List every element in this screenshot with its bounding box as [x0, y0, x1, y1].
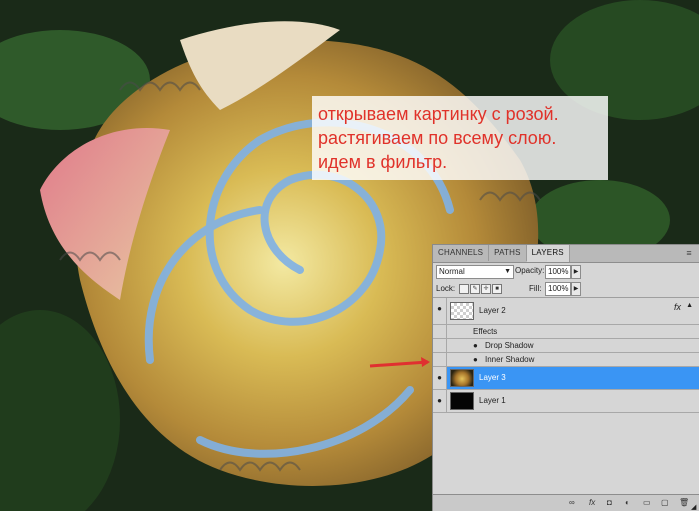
layer-name: Layer 2	[479, 306, 506, 315]
visibility-eye-icon[interactable]	[433, 353, 447, 366]
layer-thumbnail	[450, 392, 474, 410]
effect-name: Drop Shadow	[485, 341, 534, 350]
fill-slider-toggle[interactable]: ▶	[571, 282, 581, 296]
visibility-eye-icon[interactable]	[433, 339, 447, 352]
visibility-eye-icon[interactable]: ●	[433, 390, 447, 412]
note-line-1: открываем картинку с розой.	[318, 104, 559, 124]
blend-mode-select[interactable]: Normal ▼	[436, 265, 514, 279]
layer-thumbnail	[450, 369, 474, 387]
lock-transparent-icon[interactable]	[459, 284, 469, 294]
layer-thumbnail	[450, 302, 474, 320]
opacity-label: Opacity:	[515, 266, 545, 275]
link-layers-icon[interactable]: ∞	[569, 498, 575, 508]
layer-name: Layer 1	[479, 396, 506, 405]
blend-mode-value: Normal	[439, 267, 465, 276]
fill-field[interactable]: 100%	[545, 282, 571, 296]
layer-effects-row[interactable]: Effects	[433, 325, 699, 339]
note-line-2: растягиваем по всему слою.	[318, 128, 557, 148]
visibility-eye-icon[interactable]: ●	[433, 367, 447, 389]
opacity-slider-toggle[interactable]: ▶	[571, 265, 581, 279]
visibility-eye-icon[interactable]	[433, 325, 447, 338]
effect-row-drop-shadow[interactable]: ● Drop Shadow	[433, 339, 699, 353]
add-mask-icon[interactable]: ◘	[607, 498, 612, 508]
note-line-3: идем в фильтр.	[318, 152, 448, 172]
tab-layers[interactable]: LAYERS	[526, 245, 570, 262]
instruction-note: открываем картинку с розой. растягиваем …	[312, 96, 608, 180]
layer-row-layer-3[interactable]: ● Layer 3	[433, 367, 699, 390]
lock-all-icon[interactable]: ■	[492, 284, 502, 294]
panel-menu-icon[interactable]: ≡	[683, 248, 695, 258]
lock-fill-row: Lock: ✎ ✛ ■ Fill: 100% ▶	[433, 281, 699, 298]
layer-name: Layer 3	[479, 373, 506, 382]
new-layer-icon[interactable]: ▢	[661, 498, 669, 508]
effect-eye-icon[interactable]: ●	[473, 353, 478, 366]
add-style-icon[interactable]: fx	[589, 498, 595, 508]
lock-label: Lock:	[436, 284, 456, 293]
layer-row-layer-2[interactable]: ● Layer 2 fx ▲	[433, 298, 699, 325]
lock-image-icon[interactable]: ✎	[470, 284, 480, 294]
tab-paths[interactable]: PATHS	[489, 245, 527, 261]
fx-icon[interactable]: fx	[674, 302, 681, 312]
opacity-field[interactable]: 100%	[545, 265, 571, 279]
effect-name: Inner Shadow	[485, 355, 535, 364]
panel-tab-bar: CHANNELS PATHS LAYERS ≡	[433, 245, 699, 263]
layers-panel: CHANNELS PATHS LAYERS ≡ Normal ▼ Opacity…	[432, 244, 699, 511]
adjustment-layer-icon[interactable]: ◐	[625, 498, 630, 508]
layer-row-layer-1[interactable]: ● Layer 1	[433, 390, 699, 413]
fill-label: Fill:	[529, 284, 542, 293]
lock-position-icon[interactable]: ✛	[481, 284, 491, 294]
tab-channels[interactable]: CHANNELS	[433, 245, 490, 261]
visibility-eye-icon[interactable]: ●	[433, 298, 447, 324]
effect-eye-icon[interactable]: ●	[473, 339, 478, 352]
effect-row-inner-shadow[interactable]: ● Inner Shadow	[433, 353, 699, 367]
layers-list: ● Layer 2 fx ▲ Effects ● Drop Shadow ● I…	[433, 298, 699, 413]
chevron-down-icon: ▼	[504, 268, 511, 275]
effects-label: Effects	[473, 327, 498, 336]
group-icon[interactable]: ▭	[643, 498, 651, 508]
layers-bottom-toolbar: ∞ fx ◘ ◐ ▭ ▢ 🗑 ◢	[433, 494, 699, 511]
resize-grip-icon[interactable]: ◢	[691, 503, 699, 511]
blend-opacity-row: Normal ▼ Opacity: 100% ▶	[433, 263, 699, 281]
chevron-up-icon[interactable]: ▲	[686, 302, 693, 309]
delete-layer-icon[interactable]: 🗑	[679, 498, 689, 508]
